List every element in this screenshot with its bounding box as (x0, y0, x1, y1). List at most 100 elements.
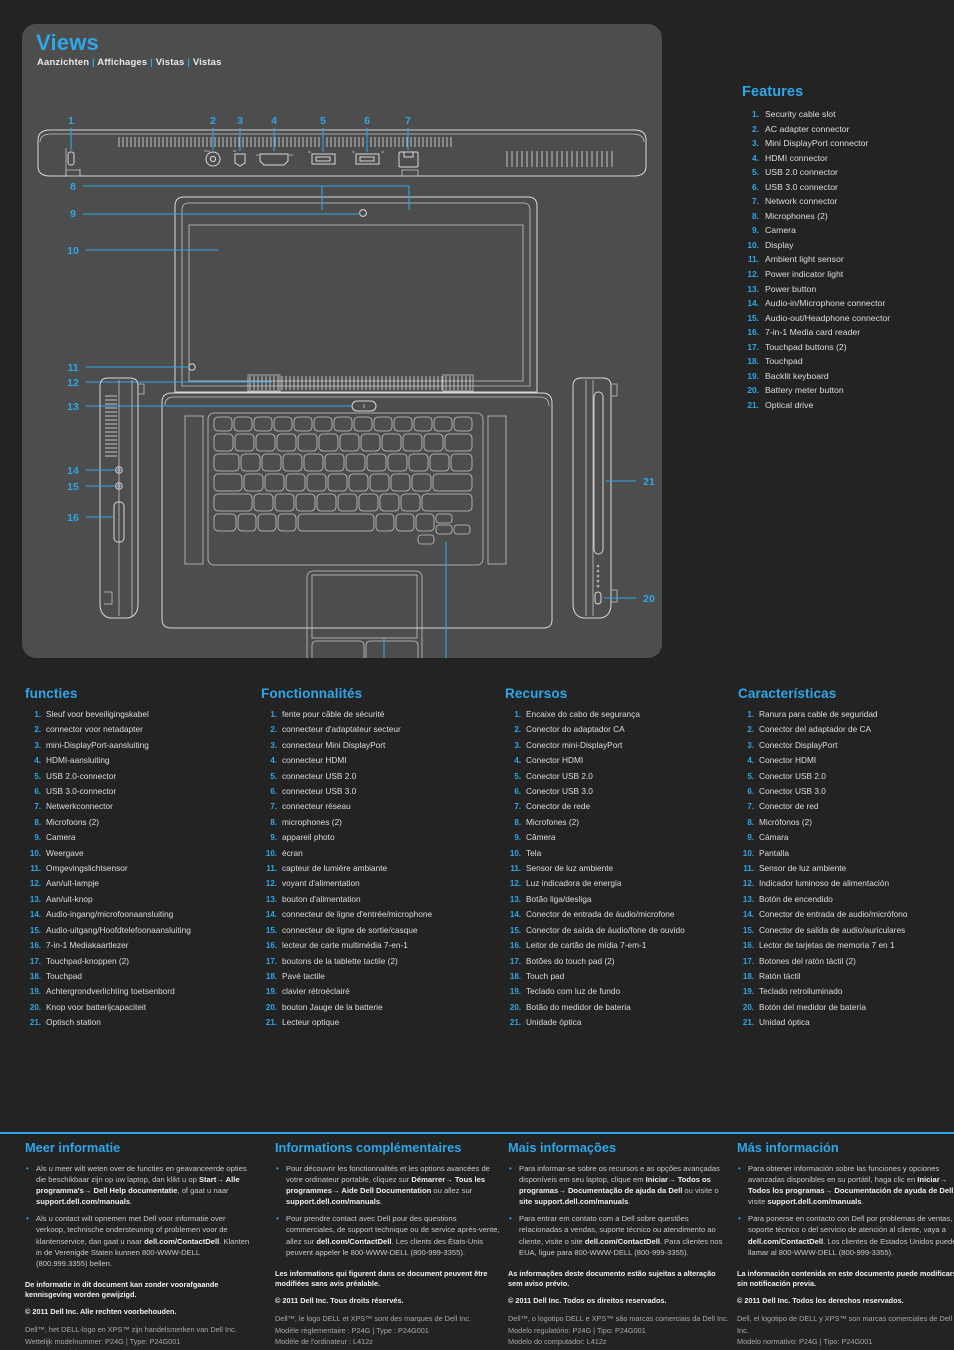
list-item: 10. Weergave (25, 846, 257, 861)
item-number: 3. (752, 138, 759, 149)
item-label: connecteur d'adaptateur secteur (282, 724, 401, 735)
list-item: 18. Ratón táctil (738, 969, 954, 984)
item-number: 18. (747, 356, 759, 367)
copyright: © 2011 Dell Inc. Alle rechten voorbehoud… (25, 1306, 177, 1316)
callout-8: 8 (70, 181, 76, 193)
item-number: 17. (742, 956, 754, 966)
item-label: Botão liga/desliga (526, 893, 592, 904)
list-item: 1. Ranura para cable de seguridad (738, 707, 954, 722)
item-label: Indicador luminoso de alimentación (759, 878, 890, 889)
item-label: Unidad óptica (759, 1017, 810, 1028)
item-number: 11. (743, 864, 754, 874)
item-label: Teclado com luz de fundo (526, 986, 621, 997)
item-number: 13. (742, 894, 754, 904)
item-label: Conector USB 2.0 (526, 770, 593, 781)
views-panel: Views Aanzichten | Affichages | Vistas |… (22, 24, 662, 658)
item-number: 8. (514, 817, 521, 827)
callout-2: 2 (210, 115, 216, 127)
list-item: 2. Conector del adaptador de CA (738, 722, 954, 737)
touchpad (306, 570, 423, 658)
footer-heading: Informations complémentaires (275, 1140, 462, 1155)
footer-column-es: Más información Para obtener información… (737, 1140, 954, 1350)
list-item: 14. Audio-ingang/microfoonaansluiting (25, 907, 257, 922)
item-number: 13. (747, 283, 759, 294)
item-label: Teclado retroiluminado (759, 986, 843, 997)
item-number: 19. (29, 987, 41, 997)
footer-column-pt: Mais informações Para informar-se sobre … (508, 1140, 730, 1348)
list-item: 12. Aan/uit-lampje (25, 876, 257, 891)
item-number: 16. (747, 327, 759, 338)
list-item: 21. Optical drive (742, 398, 947, 413)
item-label: appareil photo (282, 832, 335, 843)
list-item: 21. Lecteur optique (261, 1015, 501, 1030)
list-item: 15. Conector de salida de audio/auricular… (738, 923, 954, 938)
item-number: 14. (742, 910, 754, 920)
item-number: 19. (265, 987, 277, 997)
item-label: 7-in-1 Media card reader (765, 327, 861, 338)
item-label: Conector HDMI (759, 755, 817, 766)
item-number: 5. (514, 771, 521, 781)
footer-divider (0, 1132, 954, 1134)
list-item: 14. Audio-in/Microphone connector (742, 296, 947, 311)
list-item: 4. connecteur HDMI (261, 753, 501, 768)
list-item: 15. connecteur de ligne de sortie/casque (261, 923, 501, 938)
item-label: HDMI-aansluiting (46, 755, 110, 766)
callout-5: 5 (320, 115, 326, 127)
item-label: bouton d'alimentation (282, 893, 361, 904)
footer-column-fr: Informations complémentaires Pour découv… (275, 1140, 500, 1348)
speaker-grill-right (487, 415, 507, 565)
item-number: 4. (514, 756, 521, 766)
list-item: 11. capteur de lumière ambiante (261, 861, 501, 876)
item-label: Encaixe do cabo de segurança (526, 709, 640, 719)
list-item: 10. écran (261, 846, 501, 861)
item-label: Touchpad buttons (2) (765, 341, 847, 352)
item-number: 16. (29, 941, 41, 951)
item-number: 21. (509, 1018, 521, 1028)
list-item: 3. mini-DisplayPort-aansluiting (25, 738, 257, 753)
footer-heading: Meer informatie (25, 1140, 121, 1155)
item-number: 19. (742, 987, 754, 997)
item-label: mini-DisplayPort-aansluiting (46, 739, 149, 750)
list-item: 14. connecteur de ligne d'entrée/micropho… (261, 907, 501, 922)
item-label: Sensor de luz ambiente (526, 863, 614, 874)
item-label: écran (282, 847, 303, 858)
footer-bullet: Als u contact wilt opnemen met Dell voor… (25, 1213, 253, 1268)
item-number: 18. (265, 971, 277, 981)
item-number: 17. (265, 956, 277, 966)
list-item: 7. Conector de rede (505, 799, 733, 814)
language-column-pt: Recursos 1. Encaixe do cabo de segurança 2… (505, 686, 733, 1031)
list-item: 21. Unidad óptica (738, 1015, 954, 1030)
item-number: 11. (266, 864, 277, 874)
footer-column-nl: Meer informatie Als u meer wilt weten ov… (25, 1140, 253, 1350)
list-item: 13. Botón de encendido (738, 892, 954, 907)
list-item: 11. Sensor de luz ambiente (738, 861, 954, 876)
item-label: HDMI connector (765, 152, 828, 163)
item-label: connecteur USB 2.0 (282, 770, 357, 781)
item-label: connecteur USB 3.0 (282, 786, 357, 797)
ac-adapter-connector-icon (204, 150, 221, 167)
item-label: USB 2.0 connector (765, 167, 838, 178)
callout-10: 10 (67, 245, 79, 257)
item-label: Conector de rede (526, 801, 591, 812)
item-number: 7. (752, 196, 759, 207)
right-side-view: 21 20 (572, 377, 655, 619)
item-number: 12. (742, 879, 754, 889)
item-label: USB 2.0-connector (46, 770, 117, 781)
list-item: 20. Botão do medidor de bateria (505, 1000, 733, 1015)
column-heading: Recursos (505, 686, 568, 701)
item-number: 10. (509, 848, 521, 858)
item-label: lecteur de carte multimédia 7-en-1 (282, 940, 408, 951)
list-item: 21. Optisch station (25, 1015, 257, 1030)
list-item: 4. HDMI-aansluiting (25, 753, 257, 768)
list-item: 6. USB 3.0-connector (25, 784, 257, 799)
item-label: USB 3.0-connector (46, 786, 117, 797)
list-item: 20. Knop voor batterijcapaciteit (25, 1000, 257, 1015)
item-number: 4. (752, 152, 759, 163)
features-column: Features 1. Security cable slot 2. AC adap… (742, 84, 947, 412)
item-label: Display (765, 239, 794, 250)
list-item: 7. Netwerkconnector (25, 799, 257, 814)
usb-30-connector-icon (352, 151, 384, 165)
copyright: © 2011 Dell Inc. Todos los derechos rese… (737, 1295, 904, 1305)
item-label: Lector de tarjetas de memoria 7 en 1 (759, 940, 895, 951)
item-number: 2. (747, 725, 754, 735)
